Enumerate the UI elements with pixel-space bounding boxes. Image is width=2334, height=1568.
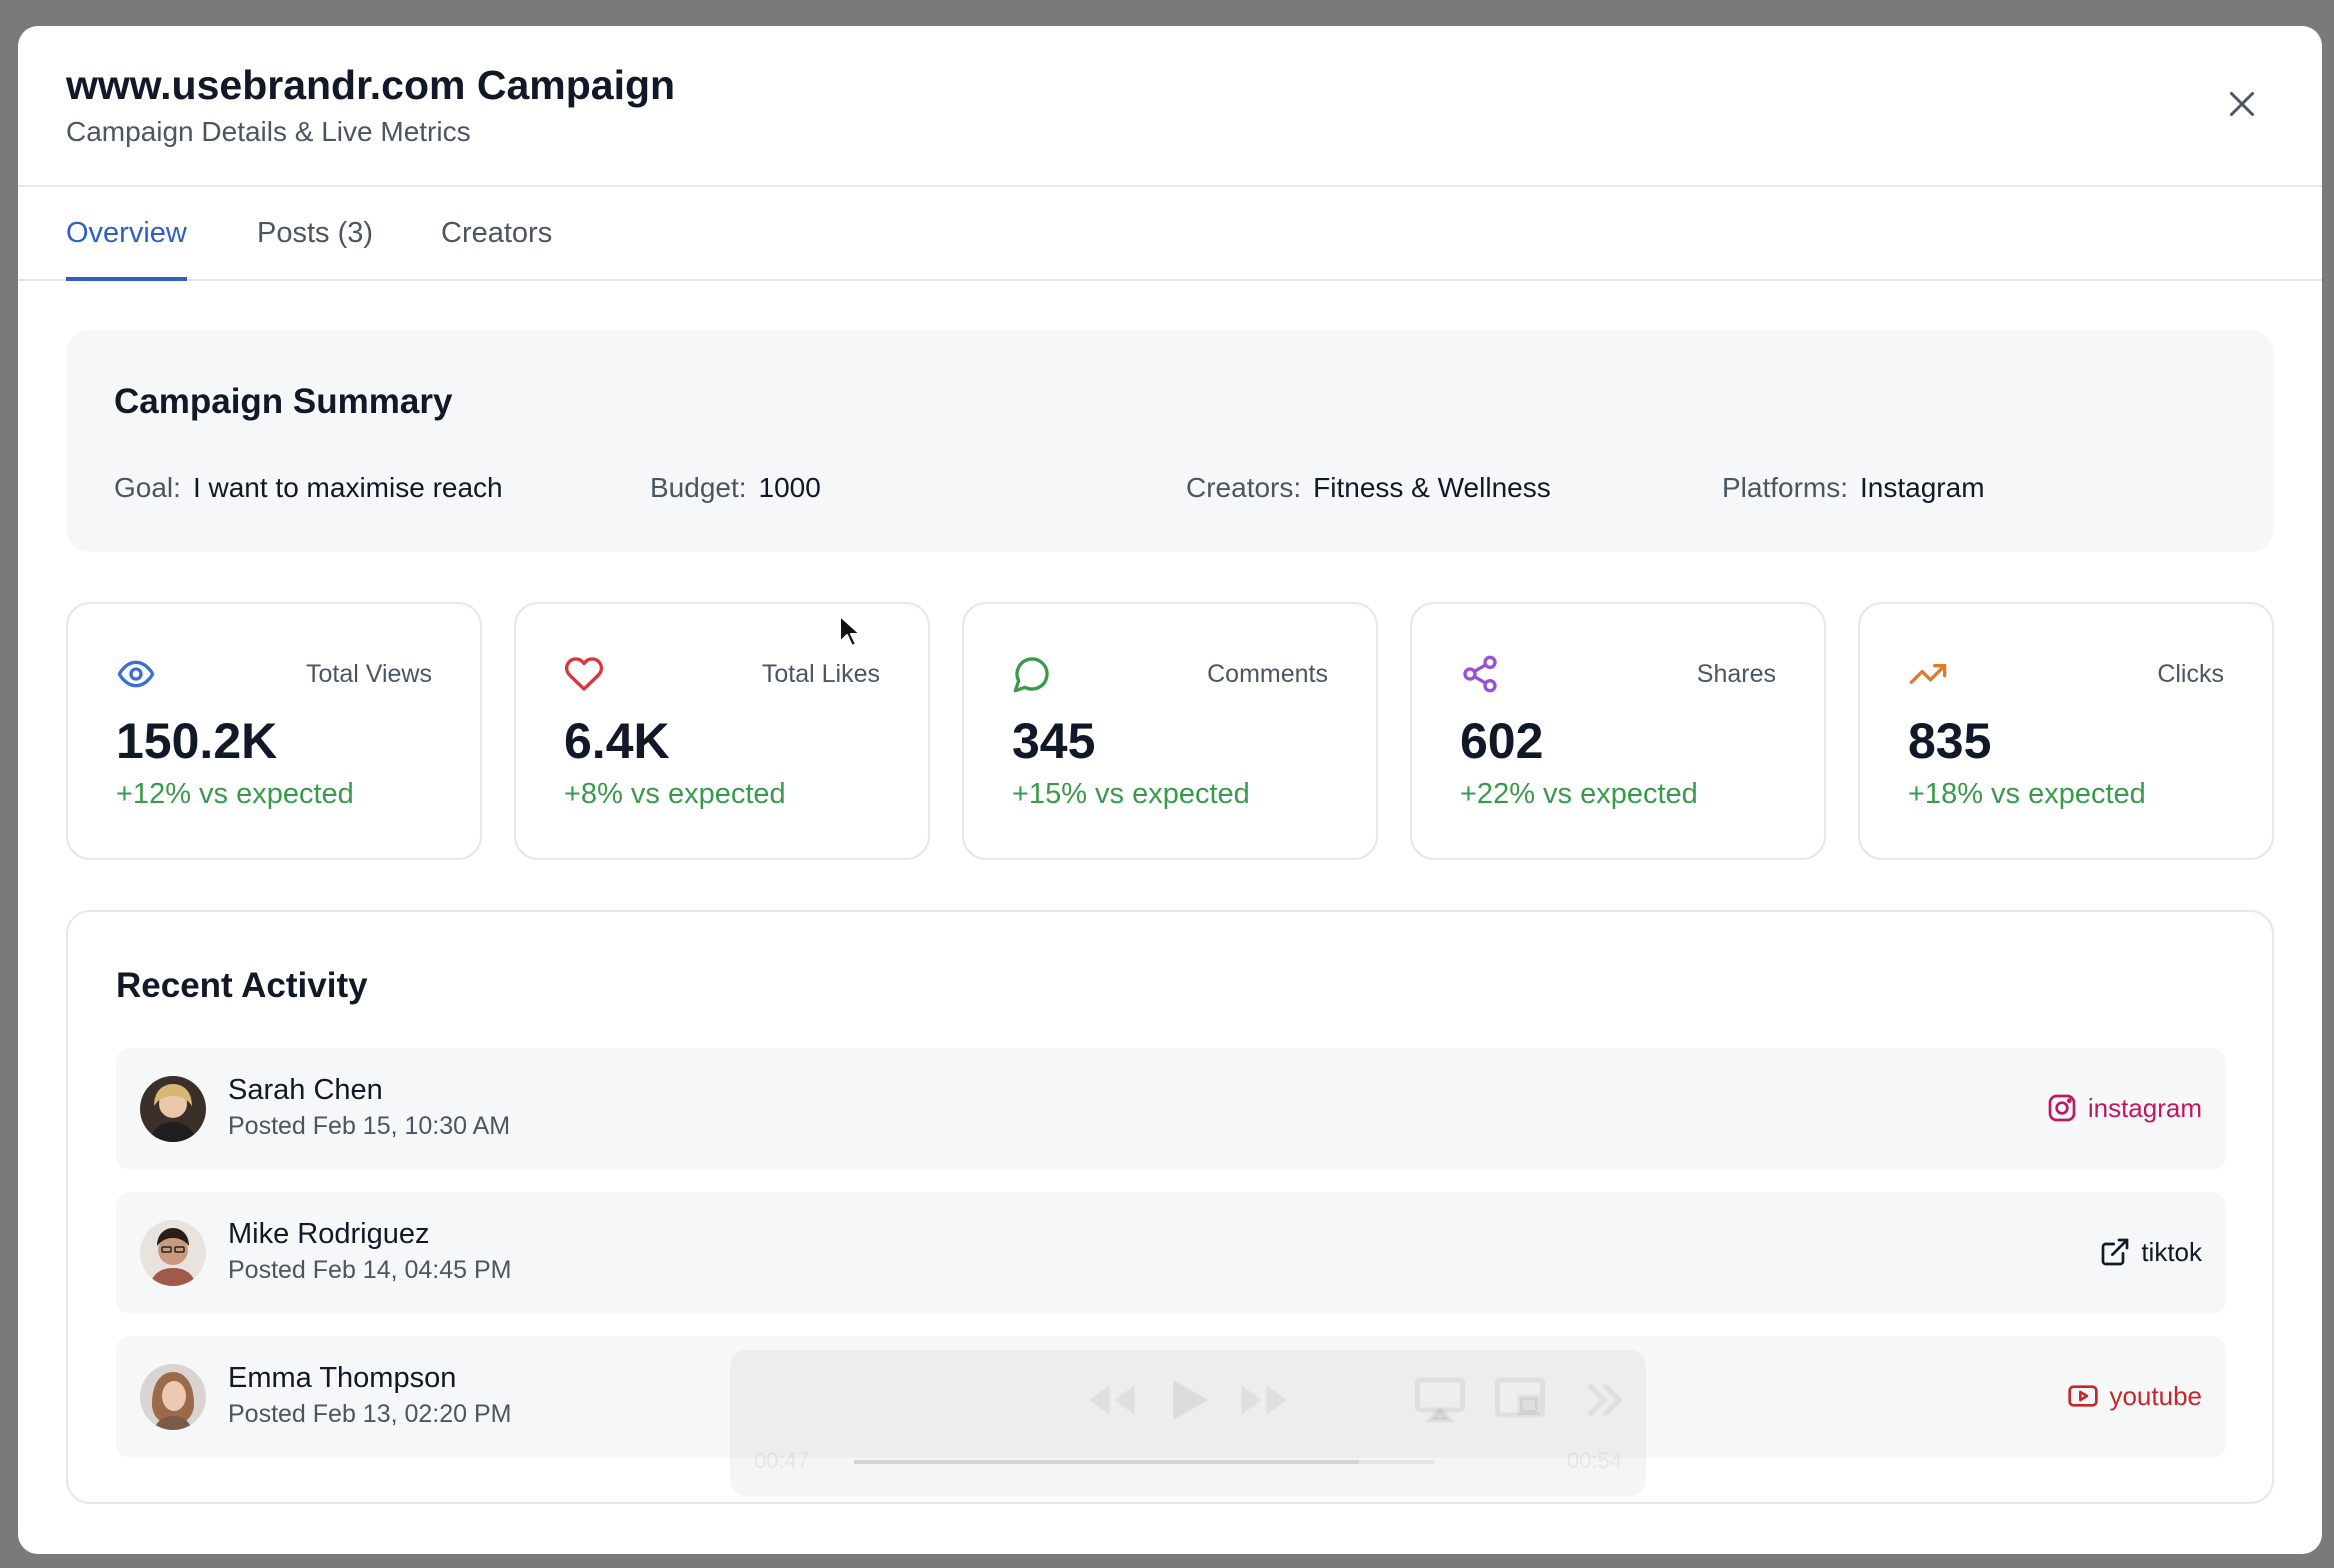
tab-posts[interactable]: Posts (3) (257, 217, 373, 281)
eye-icon (117, 660, 155, 688)
platform-label: tiktok (2141, 1236, 2202, 1267)
post-time: Posted Feb 14, 04:45 PM (228, 1256, 512, 1284)
creator-name: Sarah Chen (228, 1074, 383, 1106)
external-link-icon (2101, 1238, 2129, 1266)
pip-icon[interactable] (1490, 1370, 1550, 1430)
goal-field: Goal: I want to maximise reach (114, 472, 503, 504)
summary-title: Campaign Summary (114, 382, 453, 421)
activity-row[interactable]: Sarah Chen Posted Feb 15, 10:30 AM insta… (116, 1048, 2226, 1170)
metric-value: 602 (1460, 713, 1544, 769)
metric-value: 835 (1908, 713, 1992, 769)
avatar (140, 1364, 206, 1430)
tab-overview[interactable]: Overview (66, 217, 187, 281)
video-elapsed: 00:47 (754, 1448, 810, 1473)
page-subtitle: Campaign Details & Live Metrics (66, 116, 471, 147)
platform-label: youtube (2109, 1380, 2202, 1411)
trending-up-icon (1909, 664, 1947, 684)
heart-icon (564, 657, 604, 691)
close-icon (2230, 92, 2254, 116)
metric-card-likes: Total Likes 6.4K +8% vs expected (514, 602, 930, 860)
airplay-icon[interactable] (1410, 1370, 1470, 1430)
metric-value: 345 (1012, 713, 1096, 769)
youtube-icon (2068, 1385, 2099, 1407)
metric-delta: +8% vs expected (564, 778, 786, 810)
goal-label: Goal: (114, 472, 181, 503)
platforms-value: Instagram (1860, 472, 1985, 503)
goal-value: I want to maximise reach (192, 472, 503, 503)
platform-label: instagram (2087, 1092, 2202, 1123)
activity-row[interactable]: Mike Rodriguez Posted Feb 14, 04:45 PM t… (116, 1192, 2226, 1314)
metric-delta: +12% vs expected (116, 778, 354, 810)
tab-creators[interactable]: Creators (441, 217, 552, 281)
post-time: Posted Feb 15, 10:30 AM (228, 1112, 511, 1140)
platforms-field: Platforms: Instagram (1722, 472, 1985, 504)
metric-label: Clicks (2157, 660, 2224, 688)
budget-value: 1000 (758, 472, 821, 503)
metric-value: 6.4K (564, 713, 670, 769)
fast-forward-icon[interactable] (1234, 1370, 1294, 1430)
modal-header: www.usebrandr.com Campaign Campaign Deta… (18, 26, 2322, 187)
campaign-summary-card: Campaign Summary Goal: I want to maximise… (66, 330, 2274, 552)
video-progress-fill (854, 1460, 1359, 1464)
platform-link-youtube[interactable]: youtube (2067, 1380, 2202, 1412)
platform-link-tiktok[interactable]: tiktok (2099, 1236, 2202, 1268)
creators-value: Fitness & Wellness (1313, 472, 1551, 503)
metric-label: Total Views (306, 660, 432, 688)
rewind-icon[interactable] (1082, 1370, 1142, 1430)
metric-delta: +18% vs expected (1908, 778, 2146, 810)
budget-field: Budget: 1000 (650, 472, 821, 504)
video-progress-track[interactable] (854, 1460, 1434, 1464)
play-icon[interactable] (1158, 1370, 1218, 1430)
creator-name: Mike Rodriguez (228, 1218, 430, 1250)
campaign-modal: www.usebrandr.com Campaign Campaign Deta… (18, 26, 2322, 1554)
creators-label: Creators: (1186, 472, 1302, 503)
creator-name: Emma Thompson (228, 1362, 457, 1394)
metric-label: Comments (1207, 660, 1328, 688)
tab-bar: Overview Posts (3) Creators (18, 187, 2322, 281)
metric-card-clicks: Clicks 835 +18% vs expected (1858, 602, 2274, 860)
metric-label: Total Likes (761, 660, 880, 688)
platform-link-instagram[interactable]: instagram (2046, 1092, 2202, 1124)
share-icon (1463, 655, 1497, 693)
recent-activity-title: Recent Activity (116, 966, 368, 1005)
metric-card-shares: Shares 602 +22% vs expected (1410, 602, 1826, 860)
message-circle-icon (1013, 657, 1049, 693)
metric-value: 150.2K (116, 713, 278, 769)
page-title: www.usebrandr.com Campaign (66, 62, 676, 108)
creators-field: Creators: Fitness & Wellness (1186, 472, 1551, 504)
post-time: Posted Feb 13, 02:20 PM (228, 1400, 512, 1428)
skip-icon[interactable] (1574, 1370, 1634, 1430)
close-button[interactable] (2224, 86, 2260, 122)
avatar (140, 1220, 206, 1286)
avatar (140, 1076, 206, 1142)
platforms-label: Platforms: (1722, 472, 1849, 503)
metric-card-comments: Comments 345 +15% vs expected (962, 602, 1378, 860)
metric-label: Shares (1696, 660, 1776, 688)
video-player-overlay[interactable]: 00:47 00:54 (730, 1350, 1646, 1496)
video-duration: 00:54 (1566, 1448, 1622, 1473)
budget-label: Budget: (650, 472, 747, 503)
mouse-cursor (839, 615, 860, 647)
instagram-icon (2048, 1094, 2076, 1122)
metric-delta: +15% vs expected (1012, 778, 1250, 810)
metric-card-views: Total Views 150.2K +12% vs expected (66, 602, 482, 860)
metric-delta: +22% vs expected (1460, 778, 1698, 810)
